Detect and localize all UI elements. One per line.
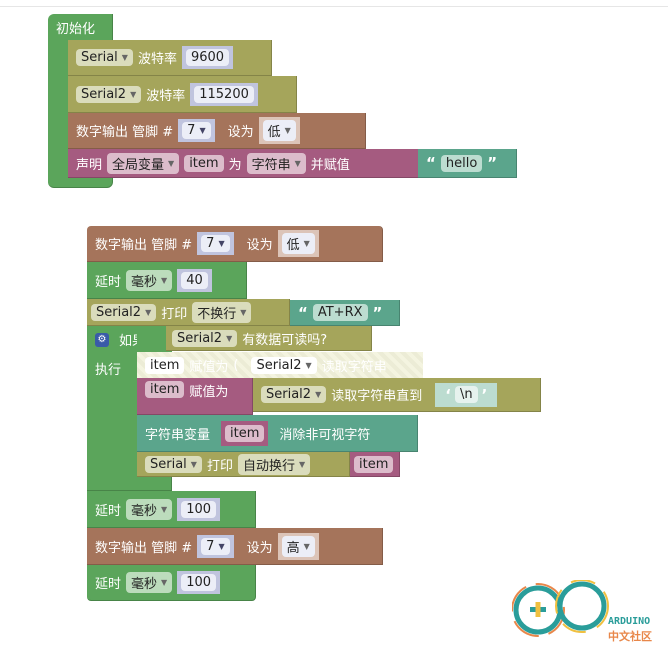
delay-input[interactable]: 100	[181, 500, 217, 518]
logo-text: ARDUINO	[608, 616, 651, 627]
delay-input[interactable]: 100	[181, 574, 217, 591]
declare-variable-block[interactable]: 声明 全局变量 ▼ item 为 字符串 ▼ 并赋值	[68, 149, 470, 178]
level-dropdown[interactable]: 高 ▼	[281, 535, 315, 557]
variable-field[interactable]: item	[225, 424, 265, 442]
disabled-assign-block[interactable]: item 赋值为( Serial2 ▼ 读取字符串	[137, 352, 423, 378]
set-label: 设为	[246, 238, 273, 253]
dropdown-arrow-icon: ▼	[121, 53, 128, 62]
pin-dropdown[interactable]: 7 ▼	[201, 537, 230, 555]
delay-block[interactable]: 延时 毫秒 ▼ 100	[87, 491, 256, 528]
serial-print-block[interactable]: Serial2 ▼ 打印 不换行 ▼	[87, 299, 290, 326]
set-label: 设为	[246, 540, 273, 556]
variable-block[interactable]: item	[221, 420, 269, 446]
variable-field[interactable]: item	[354, 455, 394, 473]
pin-dropdown[interactable]: 7 ▼	[201, 235, 230, 252]
variable-field[interactable]: item	[145, 381, 185, 398]
serial-print-block[interactable]: Serial ▼ 打印 自动换行 ▼	[137, 452, 350, 477]
char-input[interactable]: \n	[454, 386, 478, 403]
unit-dropdown[interactable]: 毫秒 ▼	[126, 572, 173, 593]
assign-label: 赋值为	[189, 359, 229, 375]
variable-block[interactable]: item	[350, 452, 400, 477]
serial2-port-dropdown[interactable]: Serial2 ▼	[76, 85, 142, 103]
delay-block[interactable]: 延时 毫秒 ▼ 40	[87, 262, 247, 299]
unit-dropdown[interactable]: 毫秒 ▼	[126, 498, 173, 520]
quote-open-icon: “	[426, 154, 436, 172]
print-label: 打印	[161, 306, 188, 322]
as-label: 为	[228, 157, 242, 173]
string-input[interactable]: AT+RX	[312, 304, 368, 321]
digital-label: 数字输出 管脚 #	[76, 125, 174, 140]
serial-port-dropdown[interactable]: Serial2 ▼	[91, 303, 157, 321]
serial-baud-block[interactable]: Serial ▼ 波特率 9600	[68, 40, 272, 76]
baud-label: 波特率	[137, 52, 177, 67]
digital-write-block[interactable]: 数字输出 管脚 # 7 ▼ 设为 低 ▼	[87, 226, 383, 262]
condition-label: 有数据可读吗?	[242, 332, 328, 348]
serial-port-dropdown[interactable]: Serial ▼	[145, 455, 202, 473]
quote-open-icon: “	[298, 303, 308, 322]
level-dropdown[interactable]: 低 ▼	[281, 233, 315, 254]
delay-label: 延时	[95, 503, 122, 519]
serial2-baud-block[interactable]: Serial2 ▼ 波特率 115200	[68, 76, 297, 113]
digital-write-block[interactable]: 数字输出 管脚 # 7 ▼ 设为 高 ▼	[87, 528, 383, 565]
serial-read-until-block[interactable]: Serial2 ▼ 读取字符串直到 ‘\n’	[253, 378, 541, 412]
arduino-community-logo: ARDUINO 中文社区	[511, 579, 662, 646]
digital-label: 数字输出 管脚 #	[95, 540, 193, 556]
type-dropdown[interactable]: 字符串 ▼	[246, 152, 306, 174]
delay-label: 延时	[95, 274, 122, 290]
trim-string-block[interactable]: 字符串变量 item 消除非可视字符	[137, 415, 418, 452]
serial-port-dropdown[interactable]: Serial2 ▼	[261, 386, 327, 403]
unit-dropdown[interactable]: 毫秒 ▼	[126, 269, 173, 291]
assign-label: 并赋值	[310, 157, 350, 173]
delay-input[interactable]: 40	[181, 271, 208, 289]
serial-port-dropdown[interactable]: Serial2 ▼	[251, 356, 317, 374]
newline-mode-dropdown[interactable]: 自动换行 ▼	[237, 453, 311, 475]
serial-available-block[interactable]: Serial2 ▼ 有数据可读吗?	[166, 326, 372, 351]
serial-port-dropdown[interactable]: Serial2 ▼	[172, 329, 238, 347]
dropdown-arrow-icon: ▼	[130, 89, 137, 99]
string-variable-label: 字符串变量	[145, 427, 211, 443]
level-dropdown[interactable]: 低 ▼	[262, 120, 296, 141]
assign-block[interactable]: item 赋值为	[137, 378, 253, 415]
trim-label: 消除非可视字符	[279, 427, 371, 443]
setup-title: 初始化	[56, 22, 96, 37]
string-literal-block[interactable]: “AT+RX”	[290, 300, 400, 326]
delay-block[interactable]: 延时 毫秒 ▼ 100	[87, 565, 256, 601]
read-string-label: 读取字符串	[321, 359, 387, 375]
scope-dropdown[interactable]: 全局变量 ▼	[107, 152, 180, 174]
print-label: 打印	[206, 458, 233, 474]
do-label: 执行	[95, 363, 122, 378]
baud-input[interactable]: 9600	[185, 49, 230, 66]
variable-field[interactable]: item	[145, 356, 185, 374]
digital-write-block[interactable]: 数字输出 管脚 # 7 ▼ 设为 低 ▼	[68, 113, 366, 149]
quote-close-icon: ”	[487, 154, 498, 172]
digital-label: 数字输出 管脚 #	[95, 238, 193, 253]
read-until-label: 读取字符串直到	[331, 389, 423, 404]
workspace-divider	[0, 6, 668, 7]
string-input[interactable]: hello	[440, 154, 483, 172]
serial-port-dropdown[interactable]: Serial ▼	[76, 49, 133, 66]
logo-subtext: 中文社区	[608, 630, 652, 643]
set-label: 设为	[227, 125, 254, 140]
variable-name-field[interactable]: item	[184, 154, 224, 172]
gear-icon[interactable]: ⚙	[95, 332, 109, 347]
newline-mode-dropdown[interactable]: 不换行 ▼	[192, 301, 252, 323]
declare-label: 声明	[76, 157, 103, 173]
quote-close-icon: ”	[372, 303, 383, 322]
baud-input[interactable]: 115200	[194, 85, 254, 103]
delay-label: 延时	[95, 577, 122, 592]
pin-dropdown[interactable]: 7 ▼	[182, 122, 211, 139]
assign-label: 赋值为	[189, 385, 229, 400]
baud-label: 波特率	[146, 88, 186, 104]
string-literal-block[interactable]: “hello”	[418, 149, 517, 178]
char-literal-block[interactable]: ‘\n’	[435, 382, 498, 407]
